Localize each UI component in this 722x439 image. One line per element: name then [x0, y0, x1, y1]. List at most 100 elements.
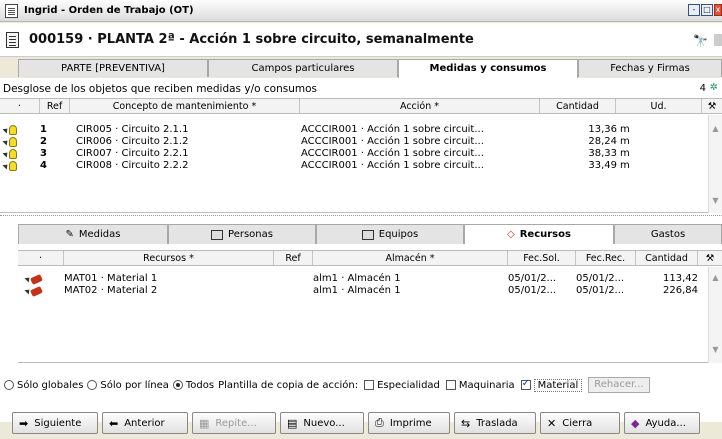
checkbox-maquinaria[interactable] — [445, 380, 456, 390]
save-icon[interactable] — [714, 34, 722, 46]
cell-receipt-date: 05/01/2... — [576, 285, 625, 296]
checkbox-maquinaria-label: Maquinaria — [458, 379, 515, 391]
scroll-down-icon[interactable]: ▼ — [709, 196, 722, 208]
checkbox-material-label: Material — [533, 378, 583, 392]
cell-ref: 2 — [40, 136, 47, 147]
tab-campos-particulares[interactable]: Campos particulares — [208, 59, 398, 77]
window-controls: - □ x — [688, 4, 722, 16]
cell-concept: CIR008 · Circuito 2.2.2 — [76, 160, 189, 171]
radio-globales-label: Sólo globales — [17, 379, 84, 391]
tab-gastos[interactable]: Gastos — [614, 224, 722, 244]
cell-warehouse: alm1 · Almacén 1 — [313, 285, 401, 296]
close-button[interactable]: x — [714, 4, 722, 16]
cell-receipt-date: 05/01/2... — [576, 273, 625, 284]
col-quantity[interactable]: Cantidad — [636, 251, 698, 265]
objects-scrollbar[interactable]: ▲ ▼ — [708, 115, 722, 213]
tab-fechas-firmas[interactable]: Fechas y Firmas — [578, 59, 722, 77]
col-concept[interactable]: Concepto de mantenimiento * — [70, 99, 300, 113]
tab-recursos[interactable]: ◇ Recursos — [464, 224, 614, 244]
checkbox-especialidad[interactable] — [364, 380, 375, 390]
resource-icon: ◇ — [507, 229, 515, 240]
scroll-up-icon[interactable]: ▲ — [709, 124, 722, 136]
repite-button[interactable]: ▦ Repite... — [192, 412, 276, 434]
document-icon — [6, 31, 19, 48]
col-quantity[interactable]: Cantidad — [540, 99, 616, 113]
measures-panel: Desglose de los objetos que reciben medi… — [0, 78, 722, 422]
tab-medidas[interactable]: ✎ Medidas — [18, 224, 168, 244]
ayuda-button[interactable]: ◆ Ayuda... — [624, 412, 700, 434]
radio-todos-label: Todos — [185, 379, 215, 391]
maximize-button[interactable]: □ — [701, 4, 713, 16]
anterior-button[interactable]: ⬅ Anterior — [102, 412, 188, 434]
table-row[interactable]: MAT02 · Material 2 alm1 · Almacén 1 05/0… — [18, 285, 708, 297]
cell-request-date: 05/01/2... — [508, 285, 557, 296]
cell-quantity: 113,42 — [663, 273, 698, 284]
radio-todos[interactable] — [172, 380, 183, 390]
tab-equipos[interactable]: Equipos — [316, 224, 464, 244]
tab-medidas-consumos[interactable]: Medidas y consumos — [398, 59, 578, 78]
col-ref[interactable]: Ref — [274, 251, 313, 265]
cell-concept: CIR006 · Circuito 2.1.2 — [76, 136, 189, 147]
tab-label: Personas — [228, 229, 273, 240]
radio-globales[interactable] — [4, 380, 14, 390]
col-warehouse[interactable]: Almacén * — [313, 251, 508, 265]
table-row[interactable]: 4 CIR008 · Circuito 2.2.2 ACCCIR001 · Ac… — [0, 160, 708, 172]
cell-quantity: 38,33 — [588, 148, 617, 159]
col-unit[interactable]: Ud. — [616, 99, 702, 113]
cell-warehouse: alm1 · Almacén 1 — [313, 273, 401, 284]
cell-action: ACCCIR001 · Acción 1 sobre circuit... — [301, 160, 484, 171]
tab-label: Recursos — [519, 229, 571, 240]
col-request-date[interactable]: Fec.Sol. — [508, 251, 576, 265]
row-count: 4 — [699, 83, 706, 94]
scroll-up-icon[interactable]: ▲ — [709, 273, 722, 285]
table-row[interactable]: 1 CIR005 · Circuito 2.1.1 ACCCIR001 · Ac… — [0, 124, 708, 136]
objects-grid-header: · Ref Concepto de mantenimiento * Acción… — [0, 98, 722, 114]
resources-scrollbar[interactable]: ▲ ▼ — [708, 267, 722, 363]
filter-options: Sólo globales Sólo por línea Todos Plant… — [0, 377, 722, 393]
col-resource[interactable]: Recursos * — [64, 251, 274, 265]
imprime-button[interactable]: ⎙ Imprime — [368, 412, 450, 434]
cell-action: ACCCIR001 · Acción 1 sobre circuit... — [301, 136, 484, 147]
lightbulb-icon — [9, 149, 17, 159]
rehacer-button[interactable]: Rehacer... — [588, 377, 650, 393]
table-row[interactable]: 2 CIR006 · Circuito 2.1.2 ACCCIR001 · Ac… — [0, 136, 708, 148]
column-settings-icon[interactable]: ⚒ — [702, 99, 722, 113]
cell-unit: m — [620, 148, 630, 159]
traslada-button[interactable]: ⇆ Traslada — [454, 412, 536, 434]
radio-por-linea[interactable] — [87, 380, 98, 390]
splitter[interactable] — [0, 215, 722, 218]
cell-resource: MAT02 · Material 2 — [64, 285, 158, 296]
tab-label: Equipos — [378, 229, 419, 240]
material-icon — [30, 285, 43, 297]
table-row[interactable]: MAT01 · Material 1 alm1 · Almacén 1 05/0… — [18, 273, 708, 285]
scroll-down-icon[interactable]: ▼ — [709, 345, 722, 357]
tab-parte[interactable]: PARTE [PREVENTIVA] — [18, 59, 208, 77]
col-action[interactable]: Acción * — [300, 99, 540, 113]
cell-ref: 1 — [40, 124, 47, 135]
tab-personas[interactable]: Personas — [168, 224, 316, 244]
refresh-icon[interactable]: ✲ — [710, 82, 718, 93]
order-header: 000159 · PLANTA 2ª - Acción 1 sobre circ… — [0, 23, 722, 57]
cell-quantity: 28,24 — [588, 136, 617, 147]
table-row[interactable]: 3 CIR007 · Circuito 2.2.1 ACCCIR001 · Ac… — [0, 148, 708, 160]
minimize-button[interactable]: - — [688, 4, 700, 16]
checkbox-especialidad-label: Especialidad — [377, 379, 440, 391]
transfer-icon: ⇆ — [461, 416, 471, 430]
main-tabs: PARTE [PREVENTIVA] Campos particulares M… — [18, 59, 722, 78]
cell-concept: CIR005 · Circuito 2.1.1 — [76, 124, 189, 135]
siguiente-button[interactable]: ➡ Siguiente — [12, 412, 98, 434]
cell-action: ACCCIR001 · Acción 1 sobre circuit... — [301, 148, 484, 159]
nuevo-button[interactable]: ▤ Nuevo... — [280, 412, 364, 434]
objects-grid: 1 CIR005 · Circuito 2.1.1 ACCCIR001 · Ac… — [0, 115, 708, 213]
binoculars-icon[interactable]: 🔭 — [693, 34, 708, 48]
lightbulb-icon — [9, 161, 17, 171]
checkbox-material[interactable] — [520, 378, 531, 390]
measure-icon: ✎ — [65, 229, 74, 240]
col-marker: · — [18, 251, 64, 265]
cierra-button[interactable]: ✕ Cierra — [540, 412, 620, 434]
cell-quantity: 33,49 — [588, 160, 617, 171]
column-settings-icon[interactable]: ⚒ — [698, 251, 722, 265]
resources-grid-header: · Recursos * Ref Almacén * Fec.Sol. Fec.… — [18, 250, 722, 266]
col-receipt-date[interactable]: Fec.Rec. — [576, 251, 636, 265]
col-ref[interactable]: Ref — [40, 99, 70, 113]
